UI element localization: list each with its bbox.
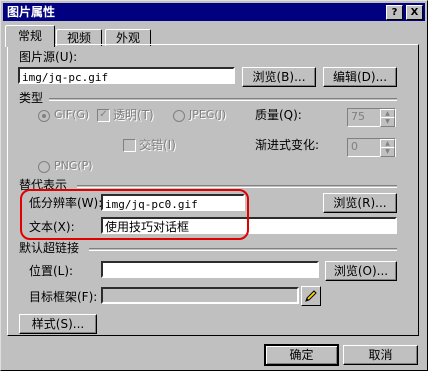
gif-label: GIF(G) bbox=[54, 108, 90, 121]
target-frame-input[interactable] bbox=[101, 287, 299, 304]
ok-button[interactable]: 确定 bbox=[264, 344, 339, 366]
title-bar[interactable]: 图片属性 ? X bbox=[3, 3, 425, 21]
type-section-label: 类型 bbox=[19, 91, 44, 105]
hyperlink-section-label: 默认超链接 bbox=[19, 241, 80, 255]
interlaced-label: 交错(I) bbox=[139, 138, 176, 152]
image-source-label: 图片源(U): bbox=[19, 50, 78, 64]
target-frame-label: 目标框架(F): bbox=[29, 290, 98, 304]
hyperlink-divider bbox=[89, 248, 397, 251]
progressive-label: 渐进式变化: bbox=[255, 138, 320, 152]
location-label: 位置(L): bbox=[29, 264, 74, 278]
image-source-input[interactable]: img/jq-pc.gif bbox=[18, 67, 235, 84]
image-properties-dialog: 图片属性 ? X 常规 视频 外观 图片源(U): img/jq-pc.gif … bbox=[0, 0, 428, 371]
browse-image-button[interactable]: 浏览(B)... bbox=[242, 67, 316, 87]
alternate-divider bbox=[77, 185, 397, 188]
progressive-spinner[interactable]: 0 ▲ ▼ bbox=[347, 138, 396, 157]
pencil-icon[interactable] bbox=[301, 286, 321, 306]
interlaced-checkbox[interactable] bbox=[123, 139, 136, 152]
transparent-label: 透明(T) bbox=[113, 108, 154, 122]
jpeg-radio[interactable] bbox=[173, 110, 185, 122]
cancel-button[interactable]: 取消 bbox=[343, 345, 418, 365]
close-button[interactable]: X bbox=[406, 5, 423, 20]
spin-down-icon[interactable]: ▼ bbox=[380, 147, 395, 157]
png-label: PNG(P) bbox=[54, 159, 93, 172]
style-button[interactable]: 样式(S)... bbox=[19, 314, 97, 334]
gif-radio[interactable] bbox=[38, 110, 50, 122]
edit-image-button[interactable]: 编辑(D)... bbox=[323, 67, 397, 87]
transparent-checkbox[interactable]: ✓ bbox=[97, 109, 110, 122]
quality-value: 75 bbox=[351, 110, 365, 123]
spin-down-icon[interactable]: ▼ bbox=[380, 117, 395, 127]
browse-low-res-button[interactable]: 浏览(R)... bbox=[323, 193, 397, 213]
location-input[interactable] bbox=[101, 261, 319, 278]
window-title: 图片属性 bbox=[7, 5, 56, 19]
highlight-annotation bbox=[20, 189, 249, 240]
png-radio[interactable] bbox=[38, 161, 50, 173]
tab-general[interactable]: 常规 bbox=[5, 25, 55, 47]
help-button[interactable]: ? bbox=[386, 5, 403, 20]
progressive-value: 0 bbox=[351, 140, 358, 153]
quality-label: 质量(Q): bbox=[255, 108, 302, 122]
quality-spinner[interactable]: 75 ▲ ▼ bbox=[347, 108, 396, 127]
type-divider bbox=[49, 98, 397, 101]
browse-location-button[interactable]: 浏览(O)... bbox=[325, 261, 397, 281]
jpeg-label: JPEG(J) bbox=[189, 108, 227, 121]
